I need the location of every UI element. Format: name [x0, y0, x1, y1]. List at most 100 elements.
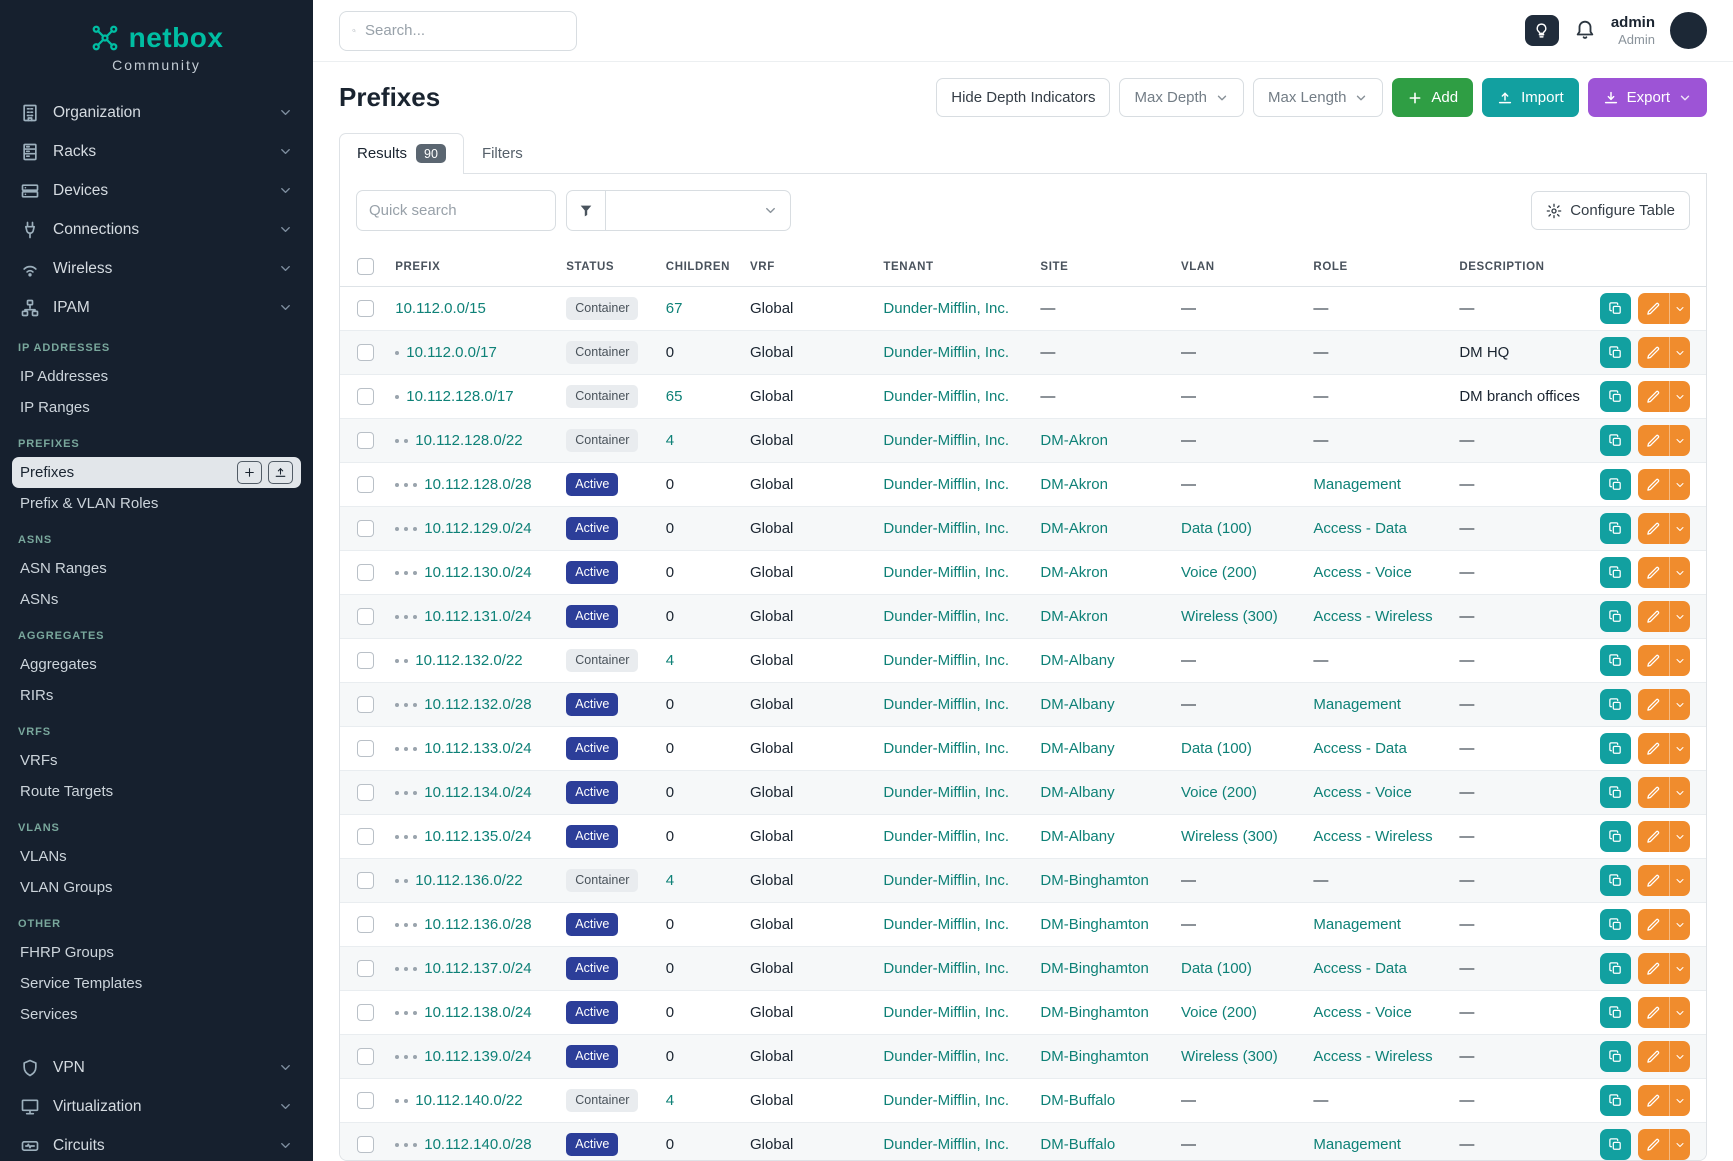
notifications-button[interactable]: [1574, 18, 1596, 43]
filter-button[interactable]: [566, 190, 606, 231]
edit-button[interactable]: [1638, 513, 1669, 544]
edit-button[interactable]: [1638, 953, 1669, 984]
edit-button[interactable]: [1638, 909, 1669, 940]
clone-button[interactable]: [1600, 557, 1631, 588]
row-checkbox[interactable]: [357, 872, 374, 889]
role-link[interactable]: Access - Data: [1313, 520, 1406, 537]
clone-button[interactable]: [1600, 513, 1631, 544]
edit-dropdown-button[interactable]: [1669, 601, 1690, 632]
row-checkbox[interactable]: [357, 828, 374, 845]
vlan-link[interactable]: Wireless (300): [1181, 608, 1278, 625]
role-link[interactable]: Management: [1313, 916, 1401, 933]
tenant-link[interactable]: Dunder-Mifflin, Inc.: [883, 696, 1009, 713]
prefix-link[interactable]: 10.112.0.0/15: [395, 300, 486, 317]
column-header-prefix[interactable]: PREFIX: [385, 247, 556, 287]
clone-button[interactable]: [1600, 645, 1631, 676]
edit-button[interactable]: [1638, 689, 1669, 720]
site-link[interactable]: DM-Binghamton: [1040, 1048, 1148, 1065]
role-link[interactable]: Access - Voice: [1313, 564, 1411, 581]
edit-button[interactable]: [1638, 997, 1669, 1028]
edit-dropdown-button[interactable]: [1669, 293, 1690, 324]
sidebar-item-route-targets[interactable]: Route Targets: [12, 776, 301, 807]
edit-dropdown-button[interactable]: [1669, 733, 1690, 764]
edit-button[interactable]: [1638, 1129, 1669, 1160]
role-link[interactable]: Access - Data: [1313, 960, 1406, 977]
sidebar-item-vlan-groups[interactable]: VLAN Groups: [12, 872, 301, 903]
edit-button[interactable]: [1638, 865, 1669, 896]
row-checkbox[interactable]: [357, 1092, 374, 1109]
clone-button[interactable]: [1600, 865, 1631, 896]
row-checkbox[interactable]: [357, 344, 374, 361]
edit-dropdown-button[interactable]: [1669, 1085, 1690, 1116]
vlan-link[interactable]: Wireless (300): [1181, 1048, 1278, 1065]
edit-dropdown-button[interactable]: [1669, 557, 1690, 588]
edit-dropdown-button[interactable]: [1669, 689, 1690, 720]
role-link[interactable]: Access - Wireless: [1313, 828, 1432, 845]
role-link[interactable]: Access - Data: [1313, 740, 1406, 757]
edit-button[interactable]: [1638, 601, 1669, 632]
row-checkbox[interactable]: [357, 520, 374, 537]
sidebar-item-fhrp-groups[interactable]: FHRP Groups: [12, 937, 301, 968]
prefix-link[interactable]: 10.112.137.0/24: [424, 960, 531, 977]
edit-button[interactable]: [1638, 777, 1669, 808]
max-depth-dropdown[interactable]: Max Depth: [1119, 78, 1244, 117]
tenant-link[interactable]: Dunder-Mifflin, Inc.: [883, 520, 1009, 537]
tenant-link[interactable]: Dunder-Mifflin, Inc.: [883, 1004, 1009, 1021]
edit-button[interactable]: [1638, 381, 1669, 412]
tenant-link[interactable]: Dunder-Mifflin, Inc.: [883, 784, 1009, 801]
site-link[interactable]: DM-Binghamton: [1040, 872, 1148, 889]
vlan-link[interactable]: Voice (200): [1181, 1004, 1257, 1021]
clone-button[interactable]: [1600, 293, 1631, 324]
sidebar-item-aggregates[interactable]: Aggregates: [12, 649, 301, 680]
edit-button[interactable]: [1638, 469, 1669, 500]
column-header-status[interactable]: STATUS: [556, 247, 656, 287]
prefix-link[interactable]: 10.112.139.0/24: [424, 1048, 531, 1065]
site-link[interactable]: DM-Albany: [1040, 740, 1114, 757]
tenant-link[interactable]: Dunder-Mifflin, Inc.: [883, 1048, 1009, 1065]
clone-button[interactable]: [1600, 337, 1631, 368]
edit-dropdown-button[interactable]: [1669, 645, 1690, 676]
tenant-link[interactable]: Dunder-Mifflin, Inc.: [883, 960, 1009, 977]
import-prefix-mini-button[interactable]: [268, 461, 293, 484]
sidebar-item-vlans[interactable]: VLANs: [12, 841, 301, 872]
column-header-site[interactable]: SITE: [1030, 247, 1171, 287]
row-checkbox[interactable]: [357, 740, 374, 757]
children-link[interactable]: 4: [666, 872, 674, 889]
edit-dropdown-button[interactable]: [1669, 337, 1690, 368]
edit-button[interactable]: [1638, 293, 1669, 324]
role-link[interactable]: Management: [1313, 1136, 1401, 1153]
edit-dropdown-button[interactable]: [1669, 381, 1690, 412]
edit-dropdown-button[interactable]: [1669, 777, 1690, 808]
clone-button[interactable]: [1600, 469, 1631, 500]
row-checkbox[interactable]: [357, 564, 374, 581]
prefix-link[interactable]: 10.112.131.0/24: [424, 608, 531, 625]
sidebar-item-service-templates[interactable]: Service Templates: [12, 968, 301, 999]
site-link[interactable]: DM-Akron: [1040, 564, 1108, 581]
configure-table-button[interactable]: Configure Table: [1531, 191, 1690, 230]
children-link[interactable]: 65: [666, 388, 683, 405]
site-link[interactable]: DM-Buffalo: [1040, 1092, 1115, 1109]
clone-button[interactable]: [1600, 909, 1631, 940]
edit-button[interactable]: [1638, 733, 1669, 764]
role-link[interactable]: Access - Voice: [1313, 784, 1411, 801]
edit-dropdown-button[interactable]: [1669, 821, 1690, 852]
clone-button[interactable]: [1600, 953, 1631, 984]
prefix-link[interactable]: 10.112.129.0/24: [424, 520, 531, 537]
sidebar-item-ip-ranges[interactable]: IP Ranges: [12, 392, 301, 423]
role-link[interactable]: Management: [1313, 476, 1401, 493]
brand[interactable]: netbox Community: [0, 0, 313, 77]
clone-button[interactable]: [1600, 821, 1631, 852]
prefix-link[interactable]: 10.112.130.0/24: [424, 564, 531, 581]
prefix-link[interactable]: 10.112.132.0/22: [415, 652, 522, 669]
column-header-role[interactable]: ROLE: [1303, 247, 1449, 287]
children-link[interactable]: 4: [666, 432, 674, 449]
role-link[interactable]: Management: [1313, 696, 1401, 713]
vlan-link[interactable]: Wireless (300): [1181, 828, 1278, 845]
sidebar-item-services[interactable]: Services: [12, 999, 301, 1030]
edit-dropdown-button[interactable]: [1669, 865, 1690, 896]
sidebar-item-connections[interactable]: Connections: [12, 210, 301, 249]
edit-dropdown-button[interactable]: [1669, 469, 1690, 500]
row-checkbox[interactable]: [357, 1136, 374, 1153]
tab-filters[interactable]: Filters: [464, 133, 541, 174]
children-link[interactable]: 4: [666, 1092, 674, 1109]
